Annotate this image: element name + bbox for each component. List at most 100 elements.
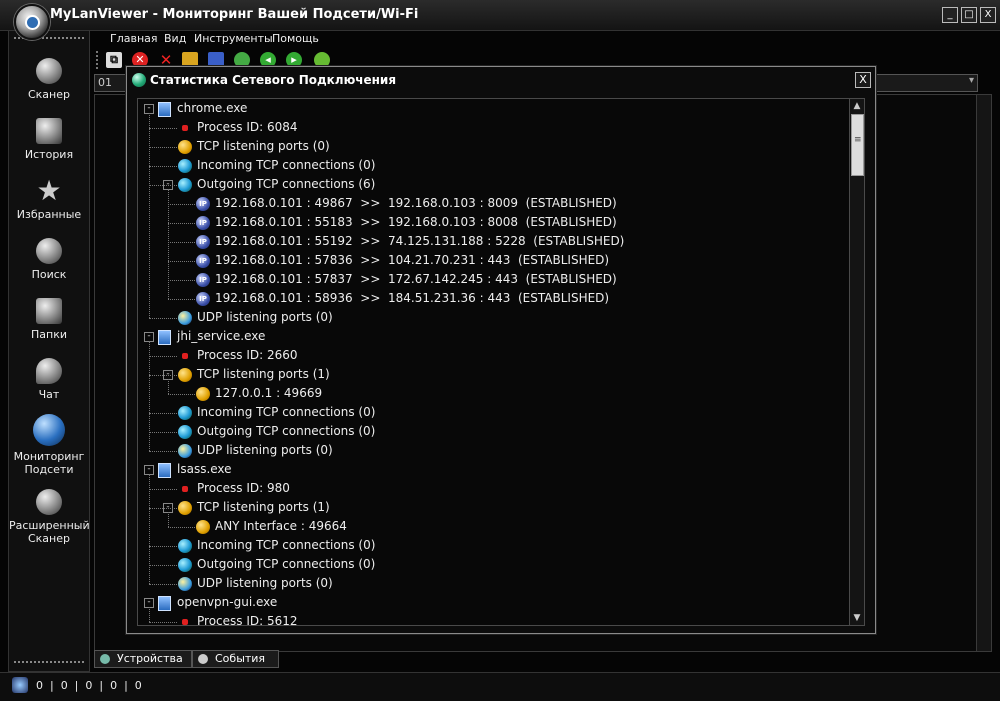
menu-help[interactable]: Помощь [272,32,319,45]
tree-row[interactable]: Process ID: 5612 [138,612,838,625]
tree-row[interactable]: Incoming TCP connections (0) [138,536,838,555]
tree-guide [168,299,195,300]
maximize-button[interactable]: □ [961,7,977,23]
process-id-icon [182,619,188,625]
scroll-up-arrow-icon[interactable]: ▲ [850,99,864,113]
tree-guide [168,261,195,262]
tree-guide [168,242,195,243]
tree-guide [149,474,150,584]
tcp-connection-icon [178,539,192,553]
tree-guide [168,223,195,224]
tree-row-label: 192.168.0.101 : 57836 >> 104.21.70.231 :… [215,253,610,267]
tree-row[interactable]: - openvpn-gui.exe [138,593,838,612]
dialog-title: Статистика Сетевого Подключения [150,73,397,87]
tree-guide [149,128,177,129]
address-dropdown[interactable] [874,74,978,92]
tree-row[interactable]: - jhi_service.exe [138,327,838,346]
menu-view[interactable]: Вид [164,32,186,45]
tree-row-label: Outgoing TCP connections (0) [197,424,376,438]
tree-row[interactable]: TCP listening ports (0) [138,137,838,156]
tree-guide [149,508,177,509]
tree-row-label: TCP listening ports (0) [197,139,330,153]
tree-row[interactable]: IP 192.168.0.101 : 57837 >> 172.67.142.24… [138,270,838,289]
sidebar-item-chat[interactable]: Чат [9,358,89,401]
toolbar-grip [96,51,100,69]
workspace-tab[interactable]: 01 [94,74,127,92]
tcp-connection-icon [178,159,192,173]
app-logo-icon[interactable] [14,4,50,40]
tree-row[interactable]: UDP listening ports (0) [138,441,838,460]
tree-scrollbar[interactable]: ▲ ▼ [849,98,865,626]
process-file-icon [158,596,171,611]
tree-row-label: Process ID: 2660 [197,348,298,362]
tree-guide [149,432,177,433]
tcp-connection-icon [178,558,192,572]
tree-row[interactable]: Incoming TCP connections (0) [138,403,838,422]
star-icon: ★ [36,174,62,207]
sidebar-item-subnet-monitoring[interactable]: Мониторинг Подсети [9,414,89,476]
process-file-icon [158,102,171,117]
folder-icon [36,298,62,324]
sidebar-item-folders[interactable]: Папки [9,298,89,341]
title-bar: MyLanViewer - Мониторинг Вашей Подсети/W… [0,0,1000,31]
scroll-thumb[interactable] [851,114,864,176]
connection-stats-dialog: Статистика Сетевого Подключения X - chrom… [126,66,876,634]
close-button[interactable]: X [980,7,996,23]
menu-main[interactable]: Главная [110,32,158,45]
tree-row[interactable]: UDP listening ports (0) [138,308,838,327]
tree-guide [149,622,177,623]
status-bar: 0 | 0 | 0 | 0 | 0 [0,672,1000,701]
sidebar-item-advanced-scanner[interactable]: Расширенный Сканер [9,489,90,545]
process-id-icon [182,353,188,359]
dialog-close-button[interactable]: X [855,72,871,88]
tree-row-label: TCP listening ports (1) [197,367,330,381]
tree-row[interactable]: - chrome.exe [138,99,838,118]
copy-icon[interactable]: ⧉ [106,52,122,68]
sidebar-item-history[interactable]: История [9,118,89,161]
sidebar-item-scanner[interactable]: Сканер [9,58,89,101]
tree-row[interactable]: 127.0.0.1 : 49669 [138,384,838,403]
tree-row-label: openvpn-gui.exe [177,595,278,609]
tree-row[interactable]: Process ID: 2660 [138,346,838,365]
tree-row-label: ANY Interface : 49664 [215,519,347,533]
tree-row[interactable]: IP 192.168.0.101 : 55192 >> 74.125.131.18… [138,232,838,251]
tree-guide [149,413,177,414]
tree-row-label: Outgoing TCP connections (6) [197,177,376,191]
tree-row[interactable]: UDP listening ports (0) [138,574,838,593]
sidebar-item-search[interactable]: Поиск [9,238,89,281]
tree-row[interactable]: Process ID: 6084 [138,118,838,137]
tcp-port-icon [178,140,192,154]
tree-row[interactable]: Incoming TCP connections (0) [138,156,838,175]
connections-tree: - chrome.exe Process ID: 6084 TCP listening… [137,98,852,626]
tree-row[interactable]: - lsass.exe [138,460,838,479]
sidebar-item-favorites[interactable]: ★ Избранные [9,174,89,222]
globe-monitor-icon [33,414,65,446]
tree-row-label: jhi_service.exe [177,329,266,343]
tree-row[interactable]: - Outgoing TCP connections (6) [138,175,838,194]
tree-guide [149,375,177,376]
tab-events[interactable]: События [192,650,279,668]
tree-row[interactable]: - TCP listening ports (1) [138,365,838,384]
minimize-button[interactable]: _ [942,7,958,23]
main-scrollbar[interactable] [976,94,992,652]
tree-row-label: UDP listening ports (0) [197,310,333,324]
sidebar-divider [14,661,84,663]
tree-row-label: TCP listening ports (1) [197,500,330,514]
tree-row[interactable]: Outgoing TCP connections (0) [138,422,838,441]
tree-row[interactable]: Outgoing TCP connections (0) [138,555,838,574]
tree-row[interactable]: IP 192.168.0.101 : 58936 >> 184.51.231.36… [138,289,838,308]
tree-row[interactable]: ANY Interface : 49664 [138,517,838,536]
tree-row[interactable]: - TCP listening ports (1) [138,498,838,517]
tree-row[interactable]: IP 192.168.0.101 : 55183 >> 192.168.0.103… [138,213,838,232]
bottom-tabs: Устройства События [94,650,994,668]
tree-row[interactable]: IP 192.168.0.101 : 49867 >> 192.168.0.103… [138,194,838,213]
tree-guide [149,356,177,357]
sidebar-item-label: Чат [38,388,60,401]
menu-tools[interactable]: Инструменты [194,32,273,45]
tree-guide [149,607,150,622]
scroll-down-arrow-icon[interactable]: ▼ [850,611,864,625]
tab-devices[interactable]: Устройства [94,650,192,668]
tree-row[interactable]: IP 192.168.0.101 : 57836 >> 104.21.70.231… [138,251,838,270]
tree-row[interactable]: Process ID: 980 [138,479,838,498]
tree-guide [149,113,150,318]
